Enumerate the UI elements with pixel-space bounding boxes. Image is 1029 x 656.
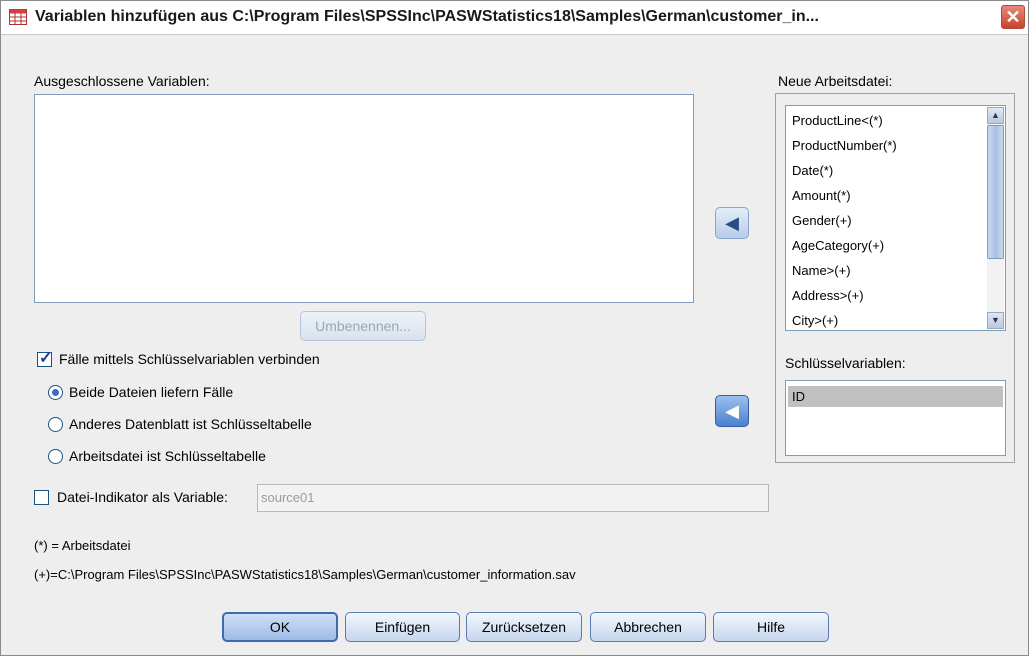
arrow-left-icon: ◀ — [725, 213, 739, 233]
working-file-label: Neue Arbeitsdatei: — [778, 73, 893, 89]
radio-other-keyed-label: Anderes Datenblatt ist Schlüsseltabelle — [69, 416, 312, 432]
checkmark-icon: ✓ — [39, 350, 53, 367]
match-cases-label: Fälle mittels Schlüsselvariablen verbind… — [59, 351, 320, 367]
list-item[interactable]: Name>(+) — [792, 263, 851, 278]
list-item[interactable]: Date(*) — [792, 163, 833, 178]
list-item[interactable]: Address>(+) — [792, 288, 864, 303]
excluded-variables-label: Ausgeschlossene Variablen: — [34, 73, 210, 89]
vertical-scrollbar[interactable]: ▲ ▼ — [987, 107, 1004, 329]
file-indicator-checkbox[interactable] — [34, 490, 49, 505]
scroll-up-icon[interactable]: ▲ — [987, 107, 1004, 124]
list-item[interactable]: Gender(+) — [792, 213, 852, 228]
list-item[interactable]: Amount(*) — [792, 188, 851, 203]
move-to-working-file-button[interactable]: ◀ — [715, 207, 749, 239]
key-variables-list[interactable]: ID — [785, 380, 1006, 456]
list-item[interactable]: City>(+) — [792, 313, 838, 328]
scroll-down-icon[interactable]: ▼ — [987, 312, 1004, 329]
radio-both-files[interactable] — [48, 385, 63, 400]
window-title: Variablen hinzufügen aus C:\Program File… — [35, 8, 819, 25]
radio-other-keyed[interactable] — [48, 417, 63, 432]
radio-working-keyed[interactable] — [48, 449, 63, 464]
legend-working-file: (*) = Arbeitsdatei — [34, 538, 131, 553]
cancel-button[interactable]: Abbrechen — [590, 612, 706, 642]
radio-both-files-label: Beide Dateien liefern Fälle — [69, 384, 234, 400]
add-variables-dialog: Variablen hinzufügen aus C:\Program File… — [0, 0, 1029, 656]
legend-other-file: (+)=C:\Program Files\SPSSInc\PASWStatist… — [34, 567, 576, 582]
help-button[interactable]: Hilfe — [713, 612, 829, 642]
list-item[interactable]: ProductNumber(*) — [792, 138, 897, 153]
scrollbar-thumb[interactable] — [987, 125, 1004, 259]
file-indicator-label: Datei-Indikator als Variable: — [57, 489, 228, 505]
title-bar: Variablen hinzufügen aus C:\Program File… — [1, 1, 1028, 35]
ok-button[interactable]: OK — [222, 612, 338, 642]
move-to-key-variables-button[interactable]: ◀ — [715, 395, 749, 427]
selected-row-highlight — [788, 386, 1003, 407]
radio-selected-dot — [52, 389, 59, 396]
file-indicator-input[interactable]: source01 — [257, 484, 769, 512]
arrow-left-icon: ◀ — [725, 401, 739, 421]
reset-button[interactable]: Zurücksetzen — [466, 612, 582, 642]
list-item[interactable]: AgeCategory(+) — [792, 238, 884, 253]
paste-button[interactable]: Einfügen — [345, 612, 460, 642]
list-item[interactable]: ProductLine<(*) — [792, 113, 883, 128]
rename-button[interactable]: Umbenennen... — [300, 311, 426, 341]
working-file-list[interactable]: ProductLine<(*) ProductNumber(*) Date(*)… — [785, 105, 1006, 331]
spreadsheet-icon — [9, 9, 27, 25]
radio-working-keyed-label: Arbeitsdatei ist Schlüsseltabelle — [69, 448, 266, 464]
key-variables-label: Schlüsselvariablen: — [785, 355, 906, 371]
match-cases-checkbox[interactable]: ✓ — [37, 350, 52, 367]
list-item[interactable]: ID — [792, 389, 805, 404]
close-button[interactable]: ✕ — [1001, 5, 1025, 29]
excluded-variables-list[interactable] — [34, 94, 694, 303]
